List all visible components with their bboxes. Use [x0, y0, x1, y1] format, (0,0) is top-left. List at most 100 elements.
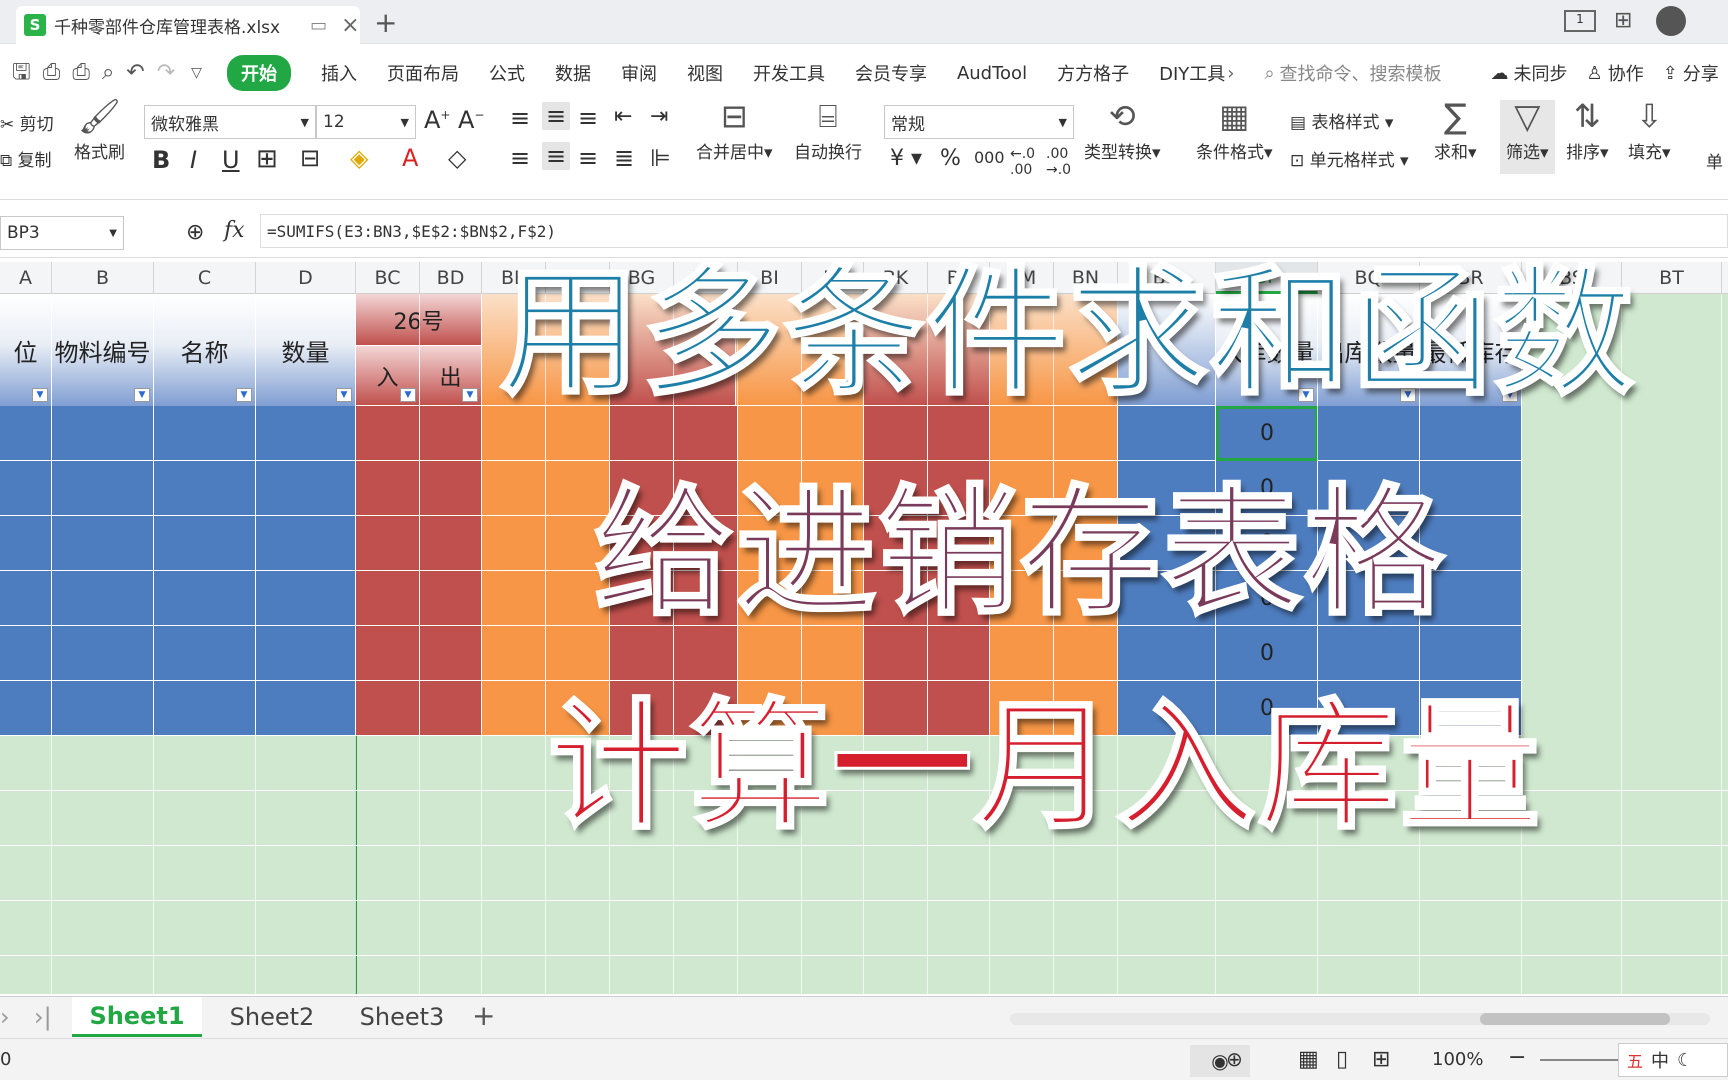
data-cell[interactable]	[52, 571, 154, 626]
undo-icon[interactable]: ↶	[126, 62, 144, 84]
data-cell[interactable]	[52, 406, 154, 461]
sheet-nav-prev-icon[interactable]: ›	[0, 1003, 10, 1031]
menu-view[interactable]: 视图	[687, 60, 723, 86]
conditional-format-button[interactable]: ▦ 条件格式▾	[1196, 100, 1273, 163]
distribute-icon[interactable]: ⊫	[650, 144, 671, 172]
scrollbar-thumb[interactable]	[1480, 1013, 1670, 1025]
data-cell[interactable]	[0, 626, 52, 681]
filter-dropdown-icon[interactable]: ▼	[134, 388, 150, 402]
single-button[interactable]: 单	[1706, 148, 1723, 173]
document-tab[interactable]: S 千种零部件仓库管理表格.xlsx ▭ ×	[16, 6, 360, 44]
data-cell[interactable]	[154, 681, 256, 736]
collab-button[interactable]: 协作	[1608, 60, 1644, 86]
zoom-slider[interactable]	[1540, 1059, 1620, 1061]
decrease-font-icon[interactable]: A−	[458, 106, 484, 134]
data-cell[interactable]	[0, 516, 52, 571]
data-cell[interactable]	[356, 681, 420, 736]
page-view-icon[interactable]: ▯	[1336, 1047, 1348, 1072]
border-icon[interactable]: ⊞	[256, 144, 278, 174]
merge-button[interactable]: ⊟ 合并居中▾	[696, 100, 773, 163]
menu-formula[interactable]: 公式	[489, 60, 525, 86]
normal-view-icon[interactable]: ▦	[1298, 1047, 1319, 1072]
font-family-select[interactable]: 微软雅黑 ▼	[144, 105, 316, 139]
font-color-icon[interactable]: A	[402, 144, 418, 172]
outdent-icon[interactable]: ⇤	[614, 104, 632, 129]
window-layout-icon[interactable]: 1	[1564, 10, 1596, 32]
empty-row[interactable]	[0, 901, 1728, 956]
data-cell[interactable]	[0, 406, 52, 461]
fill-color-icon[interactable]: ◈	[350, 144, 368, 172]
menu-developer[interactable]: 开发工具	[753, 60, 825, 86]
data-cell[interactable]	[420, 406, 482, 461]
column-header-c[interactable]: C	[154, 262, 256, 294]
align-center-icon[interactable]: ≡	[542, 142, 571, 170]
cell-format-icon[interactable]: ⊟	[300, 144, 320, 172]
increase-font-icon[interactable]: A+	[424, 106, 450, 134]
data-cell[interactable]	[356, 626, 420, 681]
data-cell[interactable]	[52, 516, 154, 571]
data-cell[interactable]	[0, 461, 52, 516]
data-cell[interactable]	[256, 461, 356, 516]
data-cell[interactable]	[482, 516, 546, 571]
data-cell[interactable]	[154, 626, 256, 681]
ime-toolbar[interactable]: 五 中 ☾	[1618, 1043, 1728, 1077]
data-cell[interactable]	[52, 461, 154, 516]
sheet-tab-1[interactable]: Sheet1	[72, 997, 202, 1037]
sum-button[interactable]: ∑ 求和▾	[1434, 100, 1477, 163]
copy-button[interactable]: ⧉ 复制	[0, 146, 52, 171]
quick-access-dropdown-icon[interactable]: ▽	[191, 66, 202, 80]
data-cell[interactable]	[0, 681, 52, 736]
cut-button[interactable]: ✂ 剪切	[0, 110, 54, 135]
data-cell[interactable]	[482, 626, 546, 681]
data-cell[interactable]	[256, 626, 356, 681]
italic-icon[interactable]: I	[190, 146, 197, 174]
format-painter-button[interactable]: 🖌 格式刷	[74, 100, 125, 163]
redo-icon[interactable]: ↷	[157, 62, 175, 84]
menu-page-layout[interactable]: 页面布局	[387, 60, 459, 86]
zoom-formula-icon[interactable]: ⊕	[186, 220, 204, 245]
preview-icon[interactable]: ⌕	[102, 62, 114, 84]
data-cell[interactable]	[420, 571, 482, 626]
data-cell[interactable]	[482, 571, 546, 626]
save-icon[interactable]: 🖫	[12, 62, 31, 84]
type-convert-button[interactable]: ⟲ 类型转换▾	[1084, 100, 1161, 163]
sheet-tab-2[interactable]: Sheet2	[212, 997, 332, 1037]
data-cell[interactable]	[420, 681, 482, 736]
column-header-bt[interactable]: BT	[1622, 262, 1722, 294]
sheet-nav-last-icon[interactable]: ›|	[34, 1003, 52, 1031]
menu-audtool[interactable]: AudTool	[957, 63, 1027, 84]
data-cell[interactable]	[420, 626, 482, 681]
add-sheet-button[interactable]: +	[472, 999, 495, 1032]
align-top-icon[interactable]: ≡	[510, 104, 530, 132]
print-icon[interactable]: ⎙	[72, 62, 90, 84]
export-icon[interactable]: ⎙	[43, 62, 61, 84]
data-cell[interactable]	[256, 406, 356, 461]
zoom-level[interactable]: 100%	[1432, 1049, 1483, 1070]
filter-dropdown-icon[interactable]: ▼	[32, 388, 48, 402]
menu-diy[interactable]: DIY工具	[1159, 60, 1225, 86]
currency-icon[interactable]: ¥ ▾	[890, 146, 922, 171]
menu-review[interactable]: 审阅	[621, 60, 657, 86]
justify-icon[interactable]: ≣	[614, 144, 634, 172]
indent-icon[interactable]: ⇥	[650, 104, 668, 129]
page-break-icon[interactable]: ⊞	[1372, 1047, 1390, 1072]
data-cell[interactable]	[256, 516, 356, 571]
filter-dropdown-icon[interactable]: ▼	[336, 388, 352, 402]
font-size-select[interactable]: 12 ▼	[316, 105, 416, 139]
column-header-b[interactable]: B	[52, 262, 154, 294]
column-header-bc[interactable]: BC	[356, 262, 420, 294]
command-search[interactable]: 查找命令、搜索模板	[1280, 60, 1442, 86]
menu-data[interactable]: 数据	[555, 60, 591, 86]
data-cell[interactable]	[482, 681, 546, 736]
fx-icon[interactable]: fx	[224, 218, 245, 243]
data-cell[interactable]	[154, 461, 256, 516]
sync-status[interactable]: 未同步	[1514, 60, 1568, 86]
menu-start[interactable]: 开始	[226, 55, 291, 91]
data-cell[interactable]	[154, 516, 256, 571]
close-tab-icon[interactable]: ×	[341, 13, 359, 38]
data-cell[interactable]	[52, 626, 154, 681]
data-cell[interactable]	[256, 571, 356, 626]
menu-insert[interactable]: 插入	[321, 60, 357, 86]
column-header-d[interactable]: D	[256, 262, 356, 294]
data-cell[interactable]	[356, 516, 420, 571]
